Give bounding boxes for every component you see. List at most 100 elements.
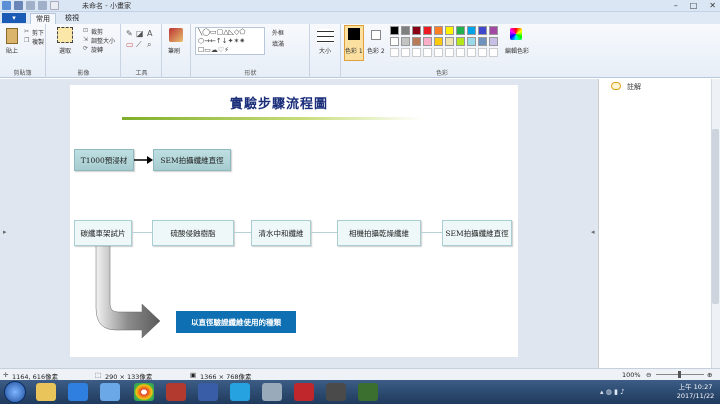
- ribbon-tab-row: ▾ 常用 檢視: [0, 12, 720, 24]
- palette-swatch[interactable]: [478, 37, 487, 46]
- clock[interactable]: 上午 10:27 2017/11/22: [673, 383, 718, 401]
- copy-button[interactable]: 複製: [32, 37, 44, 46]
- cut-icon[interactable]: ✂: [24, 28, 29, 35]
- brush-icon[interactable]: [169, 28, 183, 42]
- resize-button[interactable]: 調整大小: [91, 36, 115, 45]
- eraser-icon[interactable]: ▭: [126, 40, 134, 49]
- palette-swatch-empty[interactable]: [478, 48, 487, 57]
- size-button[interactable]: 大小: [319, 46, 331, 55]
- left-scroll-arrow-icon[interactable]: ▸: [3, 228, 7, 236]
- start-button[interactable]: [4, 381, 26, 403]
- select-icon[interactable]: [57, 27, 73, 43]
- rotate-icon[interactable]: ⟳: [83, 45, 88, 52]
- app-icon[interactable]: [2, 1, 11, 10]
- right-scroll-arrow-icon[interactable]: ◂: [591, 228, 595, 236]
- magnifier-icon[interactable]: ⌕: [147, 40, 151, 50]
- outline-button[interactable]: 外框: [272, 28, 284, 37]
- palette-swatch[interactable]: [412, 37, 421, 46]
- resize-icon[interactable]: ⇲: [83, 36, 88, 43]
- palette-swatch[interactable]: [489, 26, 498, 35]
- copy-icon[interactable]: ❐: [24, 37, 29, 44]
- palette-swatch-empty[interactable]: [445, 48, 454, 57]
- palette-swatch-empty[interactable]: [412, 48, 421, 57]
- redo-icon[interactable]: [38, 1, 47, 10]
- palette-swatch[interactable]: [456, 37, 465, 46]
- minimize-icon[interactable]: –: [674, 1, 678, 10]
- palette-swatch[interactable]: [467, 26, 476, 35]
- fill-icon[interactable]: ◪: [136, 29, 144, 38]
- palette-swatch[interactable]: [401, 26, 410, 35]
- palette-swatch[interactable]: [412, 26, 421, 35]
- palette-swatch[interactable]: [423, 37, 432, 46]
- colors-group: 色彩 1 色彩 2 編輯色彩 色彩: [342, 24, 542, 78]
- size-icon[interactable]: [317, 29, 334, 43]
- color2-label[interactable]: 色彩 2: [367, 46, 385, 55]
- palette-swatch-empty[interactable]: [489, 48, 498, 57]
- edit-colors-icon[interactable]: [510, 28, 522, 40]
- edit-colors-button[interactable]: 編輯色彩: [505, 46, 529, 55]
- color1-label: 色彩 1: [345, 48, 363, 55]
- shapes-group-label: 形狀: [244, 70, 257, 77]
- palette-swatch-empty[interactable]: [423, 48, 432, 57]
- acrobat-icon[interactable]: [294, 383, 314, 401]
- palette-swatch-empty[interactable]: [401, 48, 410, 57]
- brushes-button[interactable]: 筆刷: [168, 46, 180, 55]
- palette-swatch[interactable]: [456, 26, 465, 35]
- skype-icon[interactable]: [230, 383, 250, 401]
- text-icon[interactable]: A: [147, 29, 152, 38]
- media-icon[interactable]: [100, 383, 120, 401]
- ie-icon[interactable]: [68, 383, 88, 401]
- palette-swatch[interactable]: [390, 26, 399, 35]
- palette-swatch[interactable]: [445, 26, 454, 35]
- pencil-icon[interactable]: ✎: [126, 29, 133, 38]
- zoom-in-icon[interactable]: ⊕: [707, 371, 712, 379]
- file-explorer-icon[interactable]: [36, 383, 56, 401]
- save-icon[interactable]: [14, 1, 23, 10]
- scrollbar-thumb[interactable]: [712, 129, 719, 304]
- paste-button[interactable]: 貼上: [6, 46, 18, 55]
- chrome-icon[interactable]: [134, 383, 154, 401]
- cut-button[interactable]: 剪下: [32, 28, 44, 37]
- tab-home[interactable]: 常用: [30, 13, 56, 24]
- tools-group-label: 工具: [135, 70, 148, 77]
- crop-icon[interactable]: ⊡: [83, 27, 88, 34]
- shapes-gallery[interactable]: ╲◯▭▢△◺◇⬠ ⬡→←↑↓✦✶✷ ☐▭☁♡⚡: [195, 27, 265, 55]
- color2-swatch[interactable]: [371, 30, 381, 40]
- diagram-canvas[interactable]: 實驗步驟流程圖 T1000預浸材 SEM拍攝纖維直徑 碳纖車架試片 硫酸侵蝕樹脂…: [70, 85, 518, 357]
- app-dark-icon[interactable]: [326, 383, 346, 401]
- file-menu-button[interactable]: ▾: [2, 13, 26, 23]
- maximize-icon[interactable]: □: [690, 1, 698, 10]
- palette-swatch[interactable]: [445, 37, 454, 46]
- palette-swatch[interactable]: [478, 26, 487, 35]
- zoom-slider-thumb[interactable]: [678, 371, 681, 378]
- palette-swatch[interactable]: [401, 37, 410, 46]
- zoom-out-icon[interactable]: ⊖: [646, 371, 651, 379]
- crop-button[interactable]: 裁剪: [91, 27, 103, 36]
- palette-swatch-empty[interactable]: [456, 48, 465, 57]
- palette-swatch[interactable]: [390, 37, 399, 46]
- paint-taskbar-icon[interactable]: [262, 383, 282, 401]
- new-icon[interactable]: [50, 1, 59, 10]
- close-icon[interactable]: ✕: [709, 1, 716, 10]
- rotate-button[interactable]: 旋轉: [91, 45, 103, 54]
- word-icon[interactable]: [198, 383, 218, 401]
- paste-icon[interactable]: [6, 28, 18, 44]
- palette-swatch[interactable]: [434, 26, 443, 35]
- app-green-icon[interactable]: [358, 383, 378, 401]
- palette-swatch[interactable]: [423, 26, 432, 35]
- fill-button[interactable]: 填滿: [272, 39, 284, 48]
- palette-swatch-empty[interactable]: [390, 48, 399, 57]
- palette-swatch[interactable]: [434, 37, 443, 46]
- palette-swatch[interactable]: [489, 37, 498, 46]
- color-picker-icon[interactable]: ⟋: [136, 40, 142, 50]
- undo-icon[interactable]: [26, 1, 35, 10]
- palette-swatch[interactable]: [467, 37, 476, 46]
- palette-swatch-empty[interactable]: [434, 48, 443, 57]
- color1-swatch: [348, 28, 360, 40]
- comments-label[interactable]: 註解: [627, 82, 641, 92]
- app-red-icon[interactable]: [166, 383, 186, 401]
- select-button[interactable]: 選取: [59, 46, 71, 55]
- palette-swatch-empty[interactable]: [467, 48, 476, 57]
- tab-view[interactable]: 檢視: [60, 13, 84, 24]
- comment-icon[interactable]: [611, 82, 621, 90]
